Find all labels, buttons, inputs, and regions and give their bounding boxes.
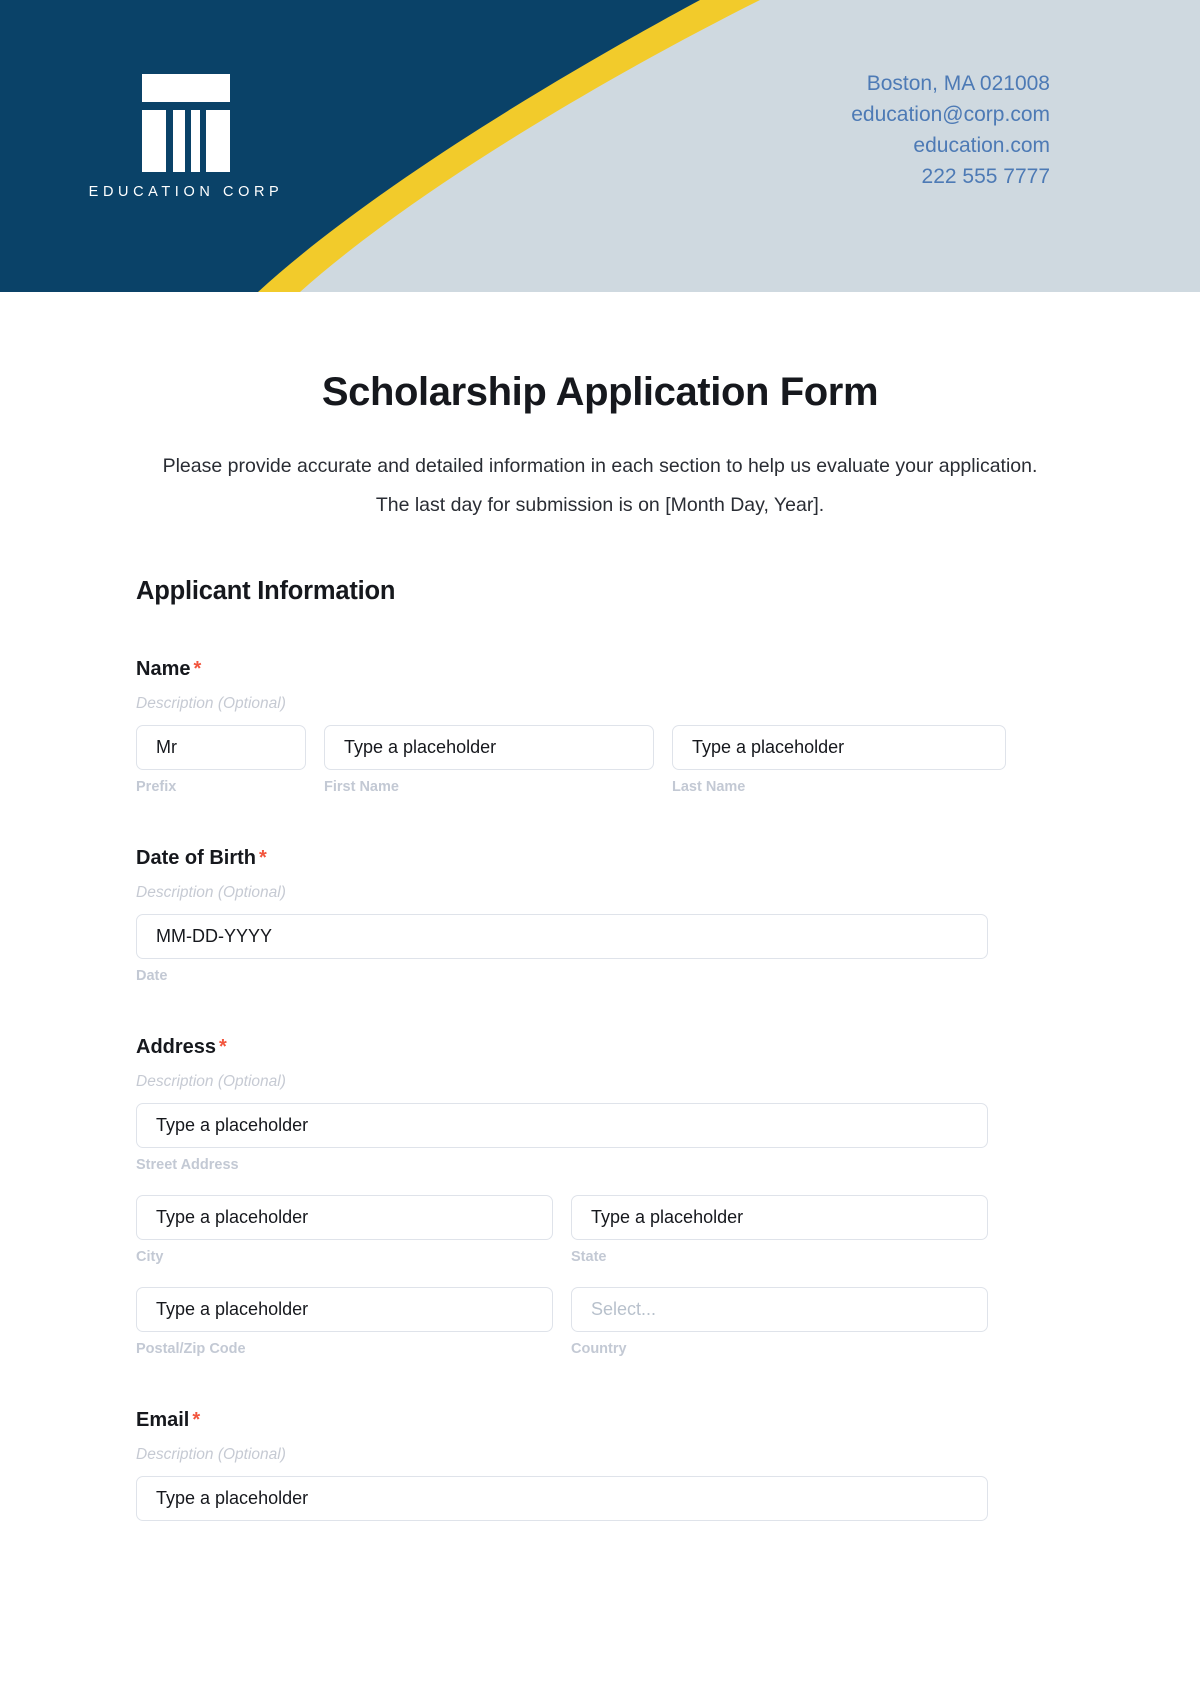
city-input[interactable]: Type a placeholder [136, 1195, 553, 1240]
field-label-email: Email * [136, 1409, 1064, 1432]
required-asterisk: * [193, 658, 202, 680]
street-address-input[interactable]: Type a placeholder [136, 1103, 988, 1148]
email-input[interactable]: Type a placeholder [136, 1476, 988, 1521]
postal-code-input[interactable]: Type a placeholder [136, 1287, 553, 1332]
last-name-input[interactable]: Type a placeholder [672, 725, 1006, 770]
name-last-cell: Type a placeholder Last Name [672, 725, 1006, 795]
city-cell: Type a placeholder City [136, 1195, 553, 1265]
city-sub-label: City [136, 1249, 164, 1265]
logo-text: EDUCATION CORP [88, 184, 284, 200]
contact-address: Boston, MA 021008 [866, 72, 1050, 95]
first-name-sub-label: First Name [324, 779, 399, 795]
page-title: Scholarship Application Form [321, 370, 879, 414]
logo-block: EDUCATION CORP [76, 60, 296, 200]
prefix-input[interactable]: Mr [136, 725, 306, 770]
field-group-date-of-birth: Date of Birth * Description (Optional) MM… [136, 847, 1064, 984]
country-sub-label: Country [571, 1341, 627, 1357]
postal-code-sub-label: Postal/Zip Code [136, 1341, 246, 1357]
date-of-birth-row: MM-DD-YYYY Date [136, 914, 1064, 984]
field-group-address: Address * Description (Optional) Type a p… [136, 1036, 1064, 1357]
field-label-name: Name * [136, 658, 1064, 681]
field-description-name: Description (Optional) [136, 695, 286, 712]
state-sub-label: State [571, 1249, 607, 1265]
country-select[interactable]: Select... [571, 1287, 988, 1332]
header-banner: EDUCATION CORP Boston, MA 021008 educati… [0, 0, 1200, 292]
first-name-input[interactable]: Type a placeholder [324, 725, 654, 770]
postal-code-cell: Type a placeholder Postal/Zip Code [136, 1287, 553, 1357]
field-group-name: Name * Description (Optional) Mr Prefix T… [136, 658, 1064, 795]
email-row: Type a placeholder [136, 1476, 1064, 1521]
section-heading-applicant-information: Applicant Information [136, 577, 396, 605]
street-address-sub-label: Street Address [136, 1157, 239, 1173]
address-city-state-row: Type a placeholder City Type a placehold… [136, 1195, 1064, 1265]
field-description-date-of-birth: Description (Optional) [136, 884, 286, 901]
date-of-birth-input[interactable]: MM-DD-YYYY [136, 914, 988, 959]
email-cell: Type a placeholder [136, 1476, 988, 1521]
contact-phone: 222 555 7777 [921, 165, 1050, 188]
last-name-sub-label: Last Name [672, 779, 746, 795]
form-content: Scholarship Application Form Please prov… [136, 292, 1064, 1521]
field-label-date-of-birth: Date of Birth * [136, 847, 1064, 870]
field-group-email: Email * Description (Optional) Type a pla… [136, 1409, 1064, 1521]
field-label-address: Address * [136, 1036, 1064, 1059]
contact-info: Boston, MA 021008 education@corp.com edu… [851, 68, 1050, 192]
field-label-date-of-birth-text: Date of Birth [136, 847, 256, 869]
field-label-name-text: Name [136, 658, 191, 680]
field-label-address-text: Address [136, 1036, 217, 1058]
contact-website[interactable]: education.com [851, 130, 1050, 161]
address-street-row: Type a placeholder Street Address [136, 1103, 1064, 1173]
address-postal-country-row: Type a placeholder Postal/Zip Code Selec… [136, 1287, 1064, 1357]
required-asterisk: * [192, 1409, 201, 1431]
name-row: Mr Prefix Type a placeholder First Name … [136, 725, 1064, 795]
field-description-email: Description (Optional) [136, 1446, 286, 1463]
name-first-cell: Type a placeholder First Name [324, 725, 654, 795]
form-description: Please provide accurate and detailed inf… [162, 455, 1038, 516]
prefix-sub-label: Prefix [136, 779, 177, 795]
field-description-address: Description (Optional) [136, 1073, 286, 1090]
state-cell: Type a placeholder State [571, 1195, 988, 1265]
state-input[interactable]: Type a placeholder [571, 1195, 988, 1240]
street-address-cell: Type a placeholder Street Address [136, 1103, 988, 1173]
field-label-email-text: Email [136, 1409, 190, 1431]
contact-email[interactable]: education@corp.com [851, 99, 1050, 130]
name-prefix-cell: Mr Prefix [136, 725, 306, 795]
scholarship-application-page: EDUCATION CORP Boston, MA 021008 educati… [0, 0, 1200, 1701]
date-of-birth-cell: MM-DD-YYYY Date [136, 914, 988, 984]
pillar-icon [142, 74, 230, 172]
country-cell: Select... Country [571, 1287, 988, 1357]
date-sub-label: Date [136, 968, 168, 984]
required-asterisk: * [259, 847, 267, 869]
required-asterisk: * [219, 1036, 227, 1058]
